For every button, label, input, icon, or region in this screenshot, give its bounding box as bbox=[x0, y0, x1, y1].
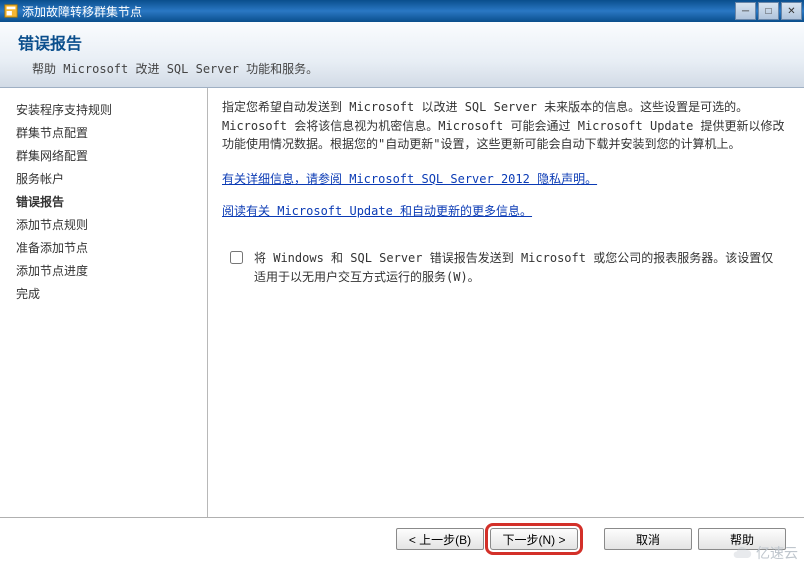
send-error-reports-checkbox[interactable] bbox=[230, 251, 243, 264]
page-header: 错误报告 帮助 Microsoft 改进 SQL Server 功能和服务。 bbox=[0, 22, 804, 88]
send-error-reports-label: 将 Windows 和 SQL Server 错误报告发送到 Microsoft… bbox=[254, 249, 774, 286]
sidebar: 安装程序支持规则 群集节点配置 群集网络配置 服务帐户 错误报告 添加节点规则 … bbox=[0, 88, 208, 517]
minimize-button[interactable]: ─ bbox=[735, 2, 756, 20]
sidebar-item-error-reporting[interactable]: 错误报告 bbox=[14, 190, 199, 213]
sidebar-item-install-rules[interactable]: 安装程序支持规则 bbox=[14, 98, 199, 121]
app-icon bbox=[4, 4, 18, 18]
sidebar-item-cluster-node-config[interactable]: 群集节点配置 bbox=[14, 121, 199, 144]
sidebar-item-add-node-rules[interactable]: 添加节点规则 bbox=[14, 213, 199, 236]
watermark: 亿速云 bbox=[732, 543, 798, 563]
window-title: 添加故障转移群集节点 bbox=[22, 3, 142, 20]
cancel-button[interactable]: 取消 bbox=[604, 528, 692, 550]
maximize-button[interactable]: □ bbox=[758, 2, 779, 20]
description-paragraph: 指定您希望自动发送到 Microsoft 以改进 SQL Server 未来版本… bbox=[222, 98, 790, 154]
sidebar-item-complete[interactable]: 完成 bbox=[14, 282, 199, 305]
sidebar-item-add-node-progress[interactable]: 添加节点进度 bbox=[14, 259, 199, 282]
footer: < 上一步(B) 下一步(N) > 取消 帮助 bbox=[0, 518, 804, 560]
cloud-icon bbox=[732, 543, 752, 563]
body: 安装程序支持规则 群集节点配置 群集网络配置 服务帐户 错误报告 添加节点规则 … bbox=[0, 88, 804, 518]
privacy-statement-link[interactable]: 有关详细信息，请参阅 Microsoft SQL Server 2012 隐私声… bbox=[222, 170, 597, 189]
back-button[interactable]: < 上一步(B) bbox=[396, 528, 484, 550]
content-panel: 指定您希望自动发送到 Microsoft 以改进 SQL Server 未来版本… bbox=[208, 88, 804, 517]
titlebar: 添加故障转移群集节点 ─ □ ✕ bbox=[0, 0, 804, 22]
sidebar-item-cluster-network-config[interactable]: 群集网络配置 bbox=[14, 144, 199, 167]
sidebar-item-ready-add-node[interactable]: 准备添加节点 bbox=[14, 236, 199, 259]
close-button[interactable]: ✕ bbox=[781, 2, 802, 20]
sidebar-item-service-accounts[interactable]: 服务帐户 bbox=[14, 167, 199, 190]
microsoft-update-link[interactable]: 阅读有关 Microsoft Update 和自动更新的更多信息。 bbox=[222, 202, 532, 221]
page-title: 错误报告 bbox=[18, 30, 786, 54]
page-subtitle: 帮助 Microsoft 改进 SQL Server 功能和服务。 bbox=[18, 60, 786, 77]
next-button[interactable]: 下一步(N) > bbox=[490, 528, 578, 550]
